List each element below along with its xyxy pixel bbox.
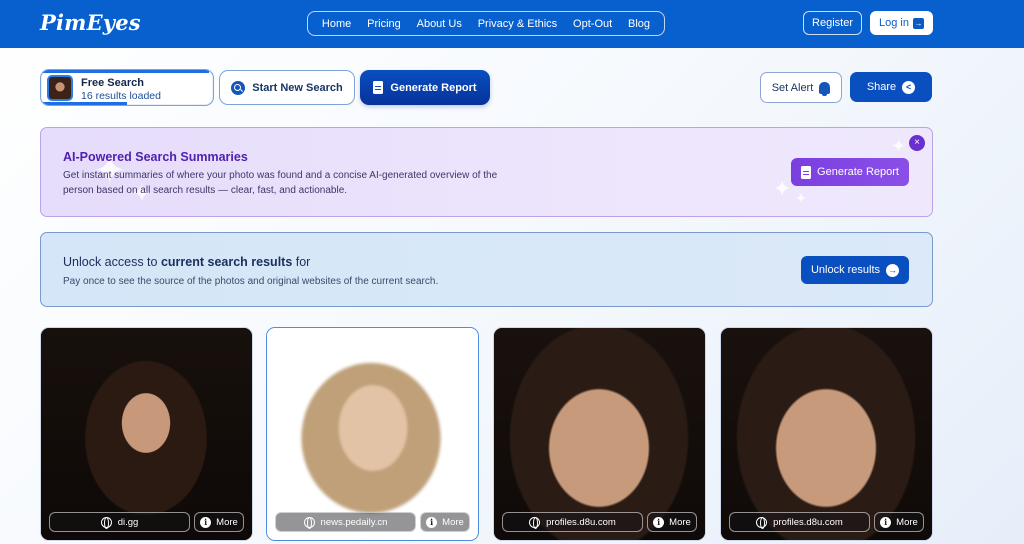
progress-bar-top — [41, 70, 209, 73]
result-card[interactable]: profiles.d8u.com i More — [720, 327, 933, 541]
globe-icon — [529, 516, 541, 529]
share-button[interactable]: Share < — [850, 72, 932, 102]
bell-icon — [819, 81, 831, 96]
nav-about-us[interactable]: About Us — [417, 18, 462, 30]
start-new-search-button[interactable]: Start New Search — [219, 70, 355, 105]
result-source-link[interactable]: profiles.d8u.com — [729, 512, 870, 532]
info-icon: i — [426, 516, 438, 528]
nav-blog[interactable]: Blog — [628, 18, 650, 30]
more-info-button[interactable]: i More — [874, 512, 924, 532]
result-face-image[interactable] — [267, 328, 478, 540]
free-search-title: Free Search — [81, 77, 144, 89]
globe-icon — [303, 516, 315, 529]
more-info-button[interactable]: i More — [420, 512, 470, 532]
generate-report-button[interactable]: Generate Report — [360, 70, 490, 105]
set-alert-button[interactable]: Set Alert — [760, 72, 842, 103]
main-nav: Home Pricing About Us Privacy & Ethics O… — [307, 11, 665, 36]
ai-generate-report-label: Generate Report — [817, 166, 899, 178]
progress-bar-bottom — [41, 102, 127, 105]
more-info-button[interactable]: i More — [647, 512, 697, 532]
globe-icon — [756, 516, 768, 529]
start-new-search-label: Start New Search — [252, 81, 343, 94]
globe-icon — [100, 516, 112, 529]
pimeyes-logo[interactable]: PimEyes — [40, 10, 141, 35]
arrow-right-icon: → — [886, 263, 900, 277]
sparkle-icon: ✦ — [795, 190, 807, 206]
share-icon: < — [902, 80, 916, 94]
ai-banner-description: Get instant summaries of where your phot… — [63, 170, 498, 196]
register-button[interactable]: Register — [803, 11, 862, 35]
info-icon: i — [880, 516, 892, 528]
free-search-status[interactable]: Free Search 16 results loaded — [40, 69, 214, 106]
ai-summaries-banner: ✦ ✦ ✦ ✦ ✦ AI-Powered Search Summaries Ge… — [40, 127, 933, 217]
share-label: Share — [866, 81, 897, 93]
more-label: More — [216, 516, 238, 528]
nav-privacy-ethics[interactable]: Privacy & Ethics — [478, 18, 557, 30]
more-info-button[interactable]: i More — [194, 512, 244, 532]
result-source-label: news.pedaily.cn — [320, 516, 388, 528]
result-source-label: di.gg — [117, 516, 139, 528]
sparkle-icon: ✦ — [891, 136, 907, 156]
more-label: More — [669, 516, 691, 528]
result-face-image[interactable] — [494, 328, 705, 540]
result-face-image[interactable] — [721, 328, 932, 540]
report-document-icon — [801, 165, 812, 179]
unlock-banner-title: Unlock access to current search results … — [63, 255, 310, 269]
result-source-link[interactable]: profiles.d8u.com — [502, 512, 643, 532]
top-header: PimEyes Home Pricing About Us Privacy & … — [0, 0, 1024, 48]
nav-opt-out[interactable]: Opt-Out — [573, 18, 612, 30]
login-button[interactable]: Log in → — [870, 11, 933, 35]
close-icon[interactable]: × — [909, 135, 925, 151]
unlock-title-suffix: for — [292, 255, 311, 269]
result-source-link[interactable]: di.gg — [49, 512, 190, 532]
sparkle-icon: ✦ — [773, 176, 792, 201]
unlock-banner-description: Pay once to see the source of the photos… — [63, 276, 439, 287]
info-icon: i — [653, 516, 665, 528]
more-label: More — [442, 516, 464, 528]
result-source-label: profiles.d8u.com — [773, 516, 843, 528]
info-icon: i — [200, 516, 212, 528]
query-photo-thumbnail — [47, 75, 73, 101]
unlock-title-bold: current search results — [160, 255, 293, 269]
unlock-results-banner: Unlock access to current search results … — [40, 232, 933, 307]
nav-home[interactable]: Home — [322, 18, 351, 30]
result-card[interactable]: profiles.d8u.com i More — [493, 327, 706, 541]
result-card[interactable]: news.pedaily.cn i More — [266, 327, 479, 541]
results-loaded-count: 16 results loaded — [81, 90, 161, 102]
nav-pricing[interactable]: Pricing — [367, 18, 401, 30]
unlock-results-button[interactable]: Unlock results → — [801, 256, 909, 284]
result-source-link[interactable]: news.pedaily.cn — [275, 512, 416, 532]
login-icon: → — [912, 17, 924, 29]
ai-banner-title: AI-Powered Search Summaries — [63, 150, 248, 164]
unlock-title-prefix: Unlock access to — [63, 255, 161, 269]
generate-report-label: Generate Report — [390, 81, 477, 94]
ai-generate-report-button[interactable]: Generate Report — [791, 158, 909, 186]
result-face-image[interactable] — [41, 328, 252, 540]
unlock-results-label: Unlock results — [810, 264, 881, 276]
search-icon — [231, 80, 246, 95]
more-label: More — [896, 516, 918, 528]
set-alert-label: Set Alert — [771, 81, 814, 94]
login-label: Log in — [879, 17, 909, 29]
result-card[interactable]: di.gg i More — [40, 327, 253, 541]
report-document-icon — [373, 81, 384, 94]
result-source-label: profiles.d8u.com — [546, 516, 616, 528]
